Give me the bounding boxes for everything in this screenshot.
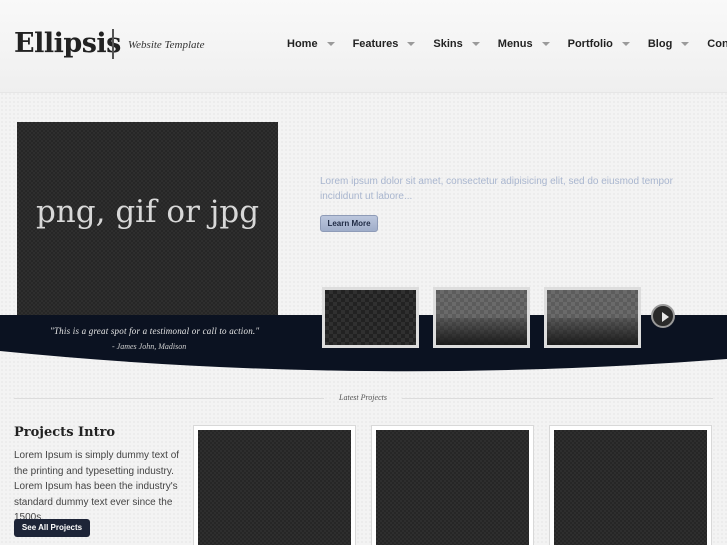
project-card[interactable]: [193, 425, 356, 545]
nav-item-skins[interactable]: Skins: [433, 38, 480, 50]
slider-thumbnail-2[interactable]: [433, 287, 530, 348]
section-divider-right: [402, 398, 713, 399]
nav-item-menus[interactable]: Menus: [498, 38, 550, 50]
site-tagline: Website Template: [128, 39, 205, 51]
site-header: Ellipsis Website Template Home Features …: [0, 0, 727, 93]
learn-more-button[interactable]: Learn More: [320, 215, 378, 232]
nav-item-features[interactable]: Features: [353, 38, 416, 50]
nav-item-label: Skins: [433, 38, 463, 50]
nav-item-label: Blog: [647, 38, 673, 50]
nav-item-home[interactable]: Home: [287, 38, 335, 50]
nav-item-label: Contact: [707, 38, 727, 50]
play-arrow-icon: [662, 312, 669, 322]
project-card[interactable]: [549, 425, 712, 545]
section-title: Latest Projects: [339, 393, 387, 402]
chevron-down-icon: [471, 42, 480, 46]
chevron-down-icon: [541, 42, 550, 46]
nav-item-contact[interactable]: Contact: [707, 38, 727, 50]
projects-heading: Projects Intro: [14, 425, 116, 440]
site-logo[interactable]: Ellipsis: [14, 28, 121, 59]
projects-intro-text: Lorem Ipsum is simply dummy text of the …: [14, 450, 180, 523]
testimonial-author: - James John, Madison: [112, 342, 187, 351]
nav-item-portfolio[interactable]: Portfolio: [568, 38, 630, 50]
nav-item-label: Menus: [497, 38, 533, 50]
testimonial-quote: "This is a great spot for a testimonal o…: [50, 326, 260, 336]
nav-item-blog[interactable]: Blog: [647, 38, 690, 50]
project-image: [198, 430, 351, 545]
project-image: [554, 430, 707, 545]
chevron-down-icon: [326, 42, 335, 46]
slider-thumbnail-3[interactable]: [544, 287, 641, 348]
section-divider-left: [14, 398, 324, 399]
project-image: [376, 430, 529, 545]
nav-item-label: Features: [352, 38, 399, 50]
chevron-down-icon: [621, 42, 630, 46]
chevron-down-icon: [681, 42, 690, 46]
slider-thumbnail-1[interactable]: [322, 287, 419, 348]
hero-description: Lorem ipsum dolor sit amet, consectetur …: [320, 176, 673, 202]
hero-image: png, gif or jpg: [17, 122, 278, 320]
logo-divider: [112, 29, 114, 59]
nav-item-label: Home: [287, 38, 318, 50]
main-nav: Home Features Skins Menus Portfolio Blog…: [287, 38, 727, 50]
see-all-projects-button[interactable]: See All Projects: [14, 519, 90, 537]
project-card[interactable]: [371, 425, 534, 545]
slider-next-button[interactable]: [651, 304, 675, 328]
chevron-down-icon: [407, 42, 416, 46]
nav-item-label: Portfolio: [567, 38, 613, 50]
hero-image-placeholder-text: png, gif or jpg: [35, 194, 260, 230]
